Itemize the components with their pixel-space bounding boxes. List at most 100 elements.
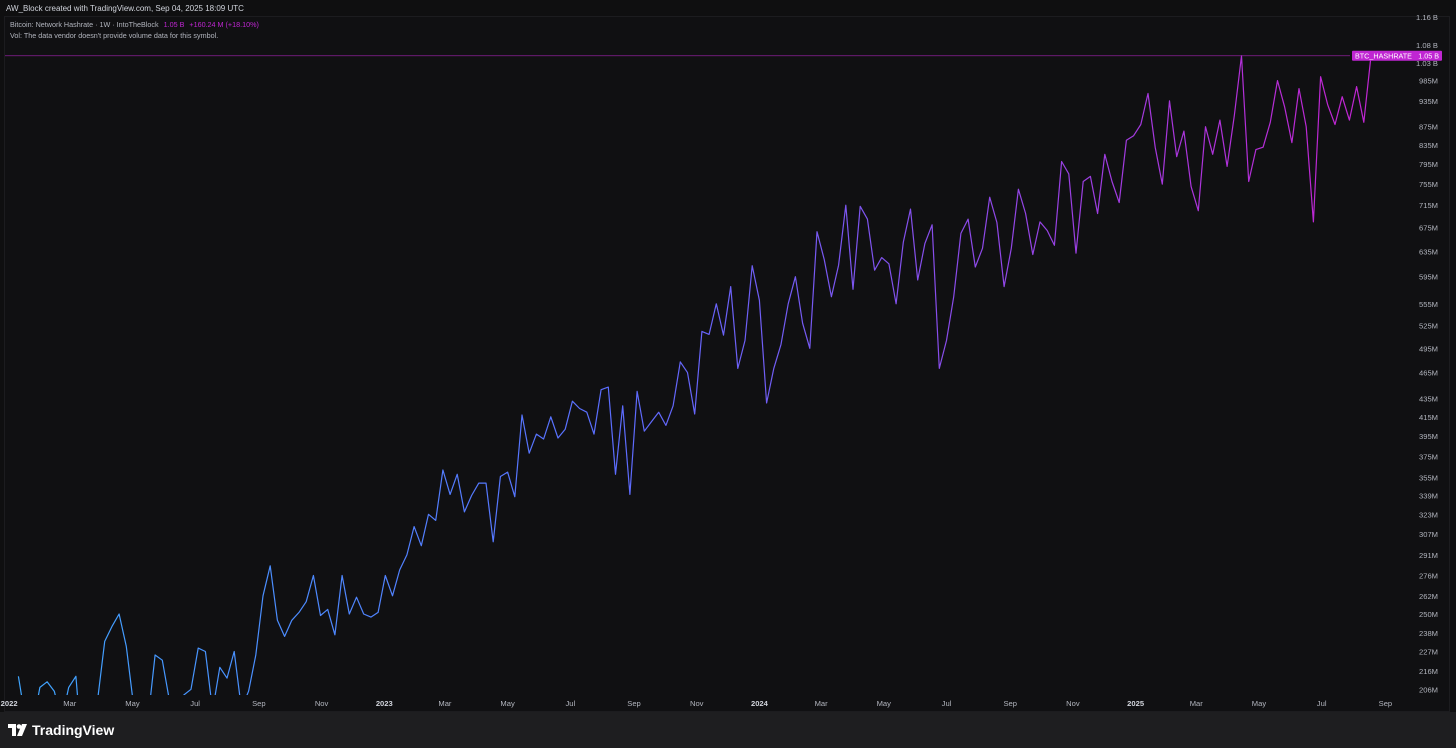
chart-svg: 1.16 B1.08 B1.03 B985M935M875M835M795M75… [1,13,1442,708]
x-tick-label: Nov [690,699,704,708]
y-tick-label: 262M [1419,592,1438,601]
x-tick-label: 2024 [751,699,769,708]
y-tick-label: 495M [1419,344,1438,353]
legend-row-symbol: Bitcoin: Network Hashrate · 1W · IntoThe… [10,20,259,31]
y-tick-label: 216M [1419,667,1438,676]
x-tick-label: Mar [815,699,829,708]
data-point [1355,85,1359,89]
data-point [700,330,704,334]
data-point [362,612,366,616]
data-point [218,665,222,669]
data-point [678,360,682,364]
data-point [786,302,790,306]
data-point [722,333,726,337]
data-point [1283,105,1287,109]
y-tick-label: 835M [1419,141,1438,150]
y-tick-label: 875M [1419,123,1438,132]
series-line [17,55,1372,695]
data-point [1153,145,1157,149]
data-point [1074,251,1078,255]
data-point [549,415,553,419]
data-point [923,242,927,246]
data-point [830,295,834,299]
price-tag-value: 1.05 B [1418,51,1439,60]
data-point [513,495,517,499]
data-point [973,265,977,269]
data-point [772,367,776,371]
data-point [822,258,826,262]
data-point [779,343,783,347]
data-point [614,473,618,477]
tradingview-logo[interactable]: TradingView [8,722,114,738]
data-point [1117,201,1121,205]
y-tick-label: 395M [1419,432,1438,441]
x-tick-label: Mar [63,699,77,708]
price-tag-symbol: BTC_HASHRATE [1355,51,1412,60]
data-point [887,262,891,266]
data-point [110,625,114,629]
data-point [1268,120,1272,124]
bottom-bar [0,712,1456,748]
data-point [837,263,841,267]
y-tick-label: 323M [1419,510,1438,519]
data-point [1333,123,1337,127]
data-point [981,247,985,251]
data-point [225,676,229,680]
y-tick-label: 250M [1419,610,1438,619]
data-point [542,437,546,441]
data-point [168,699,172,703]
x-tick-label: Jul [1317,699,1327,708]
data-point [966,217,970,221]
data-point [67,686,71,690]
data-point [319,614,323,618]
data-point [412,525,416,529]
x-tick-label: Sep [1003,699,1017,708]
data-point [491,540,495,544]
data-point [1103,153,1107,157]
data-point [607,385,611,389]
data-point [189,687,193,691]
data-point [599,388,603,392]
data-point [1168,99,1172,103]
y-tick-label: 1.16 B [1416,13,1438,22]
data-point [297,611,301,615]
data-point [1312,220,1316,224]
data-point [1319,75,1323,79]
x-tick-label: Jul [190,699,200,708]
data-point [556,436,560,440]
data-point [578,407,582,411]
data-point [686,371,690,375]
data-point [484,481,488,485]
data-point [714,302,718,306]
data-point [650,420,654,424]
data-point [506,470,510,474]
data-point [952,295,956,299]
data-point [117,612,121,616]
data-point [463,510,467,514]
x-tick-label: Mar [1190,699,1204,708]
data-point [1247,180,1251,184]
data-point [873,268,877,272]
data-point [750,264,754,268]
data-point [959,232,963,236]
data-point [333,633,337,637]
data-point [995,221,999,225]
y-tick-label: 1.08 B [1416,41,1438,50]
x-tick-label: 2025 [1127,699,1145,708]
data-point [427,513,431,517]
data-point [988,195,992,199]
data-point [434,519,438,523]
data-point [808,346,812,350]
data-point [1081,180,1085,184]
data-point [880,256,884,260]
data-point [535,432,539,436]
data-point [103,640,107,644]
data-point [1340,95,1344,99]
legend-symbol-text: Bitcoin: Network Hashrate · 1W · IntoThe… [10,20,159,29]
data-point [348,612,352,616]
x-tick-label: Sep [627,699,641,708]
data-point [765,401,769,405]
data-point [1254,148,1258,152]
data-point [74,674,78,678]
y-tick-label: 415M [1419,413,1438,422]
